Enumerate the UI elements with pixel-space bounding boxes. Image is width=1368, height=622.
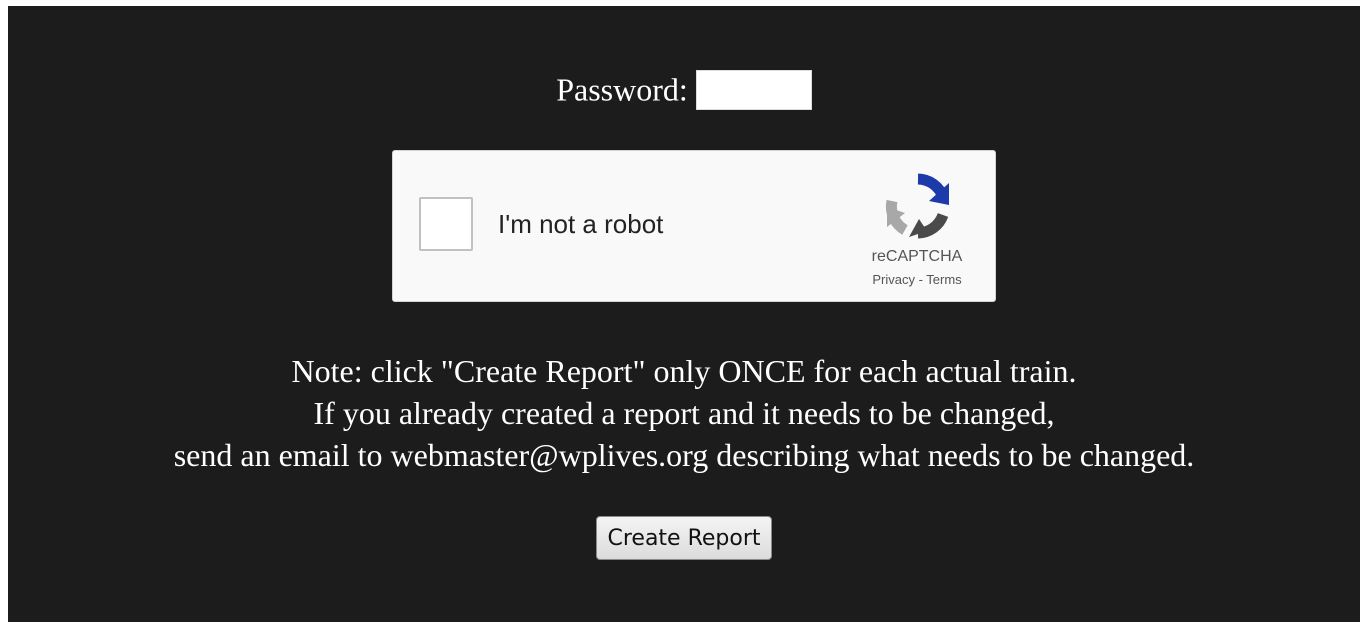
note-line-3: send an email to webmaster@wplives.org d…	[173, 437, 1195, 473]
recaptcha-links: Privacy - Terms	[833, 271, 1001, 289]
recaptcha-logo-icon	[885, 173, 949, 239]
terms-link[interactable]: Terms	[926, 272, 961, 287]
note-line-1: Note: click "Create Report" only ONCE fo…	[291, 353, 1077, 389]
note-text: Note: click "Create Report" only ONCE fo…	[8, 350, 1360, 476]
recaptcha-brand: reCAPTCHA	[871, 248, 963, 265]
recaptcha-widget: I'm not a robot reCAPTCHA Privacy - Term…	[392, 150, 996, 302]
password-input[interactable]	[695, 69, 812, 110]
password-row: Password:	[8, 64, 1360, 112]
actions-row: Create Report	[8, 516, 1360, 560]
recaptcha-checkbox[interactable]	[419, 197, 473, 251]
page-container: Password: I'm not a robot reCAPTCHA Priv…	[8, 6, 1360, 622]
links-separator: -	[914, 272, 927, 287]
privacy-link[interactable]: Privacy	[872, 272, 915, 287]
note-line-2: If you already created a report and it n…	[313, 395, 1055, 431]
create-report-button[interactable]: Create Report	[596, 516, 772, 560]
password-label: Password:	[556, 71, 688, 108]
recaptcha-label: I'm not a robot	[498, 209, 664, 239]
